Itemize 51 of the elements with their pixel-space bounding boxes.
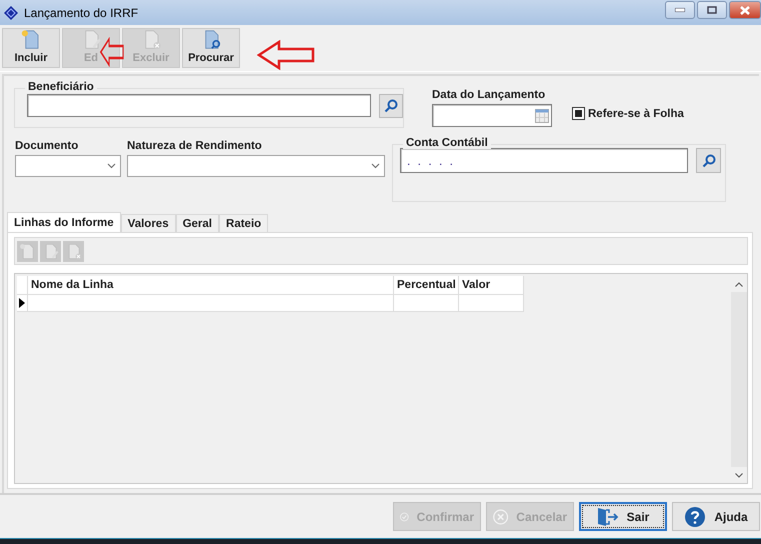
table-cell[interactable]: [394, 295, 459, 312]
toolbar-button[interactable]: Incluir: [2, 28, 60, 68]
dropdown-chevron-icon: [371, 163, 380, 169]
group-label: Beneficiário: [25, 81, 97, 93]
table-cell[interactable]: [459, 295, 524, 312]
search-icon: [384, 99, 398, 113]
toolbar-button[interactable]: Procurar: [182, 28, 240, 68]
close-button[interactable]: [729, 1, 761, 19]
search-button[interactable]: [378, 94, 403, 118]
column-header[interactable]: Valor: [459, 276, 524, 295]
exit-door-icon: [596, 506, 619, 526]
field-label: Documento: [15, 140, 80, 152]
minimize-icon: [675, 8, 685, 12]
tab[interactable]: Geral: [176, 214, 220, 232]
document-dropdown[interactable]: [15, 155, 121, 177]
dialog-button[interactable]: Ajuda: [672, 502, 760, 531]
tab[interactable]: Linhas do Informe: [7, 212, 121, 232]
dropdown-chevron-icon: [107, 163, 116, 169]
tab[interactable]: Valores: [120, 214, 176, 232]
window-title: Lançamento do IRRF: [24, 6, 138, 20]
table-cell[interactable]: [28, 295, 394, 312]
maximize-icon: [707, 6, 717, 14]
help-icon: [684, 506, 706, 528]
scroll-down-icon: [735, 472, 743, 478]
column-header[interactable]: Percentual: [394, 276, 459, 295]
close-icon: [740, 6, 750, 14]
field-label: Data do Lançamento: [432, 89, 546, 101]
date-field[interactable]: [432, 104, 552, 127]
annotation-arrow: [257, 40, 315, 70]
calendar-icon: [535, 108, 549, 122]
vertical-scrollbar[interactable]: [731, 276, 747, 483]
search-icon: [702, 154, 716, 168]
maximize-button[interactable]: [697, 1, 727, 19]
scroll-up-icon: [735, 282, 743, 286]
tab[interactable]: Rateio: [219, 214, 268, 232]
checkbox-label: Refere-se à Folha: [588, 108, 684, 120]
beneficiary-field[interactable]: [27, 94, 371, 117]
cancel-icon: [493, 506, 508, 526]
current-row-icon: [19, 298, 25, 308]
dialog-button[interactable]: Sair: [579, 502, 667, 531]
checkbox[interactable]: [572, 107, 585, 120]
group-label: Conta Contábil: [403, 137, 491, 149]
search-button[interactable]: [696, 148, 721, 173]
annotation-arrow: [100, 37, 124, 67]
income-type-dropdown[interactable]: [127, 155, 385, 177]
column-header[interactable]: Nome da Linha: [28, 276, 394, 295]
new-document-icon: [19, 242, 36, 260]
account-field[interactable]: . . . . .: [400, 148, 688, 173]
minimize-button[interactable]: [665, 1, 695, 19]
app-diamond-icon: [4, 6, 18, 20]
field-label: Natureza de Rendimento: [127, 140, 263, 152]
